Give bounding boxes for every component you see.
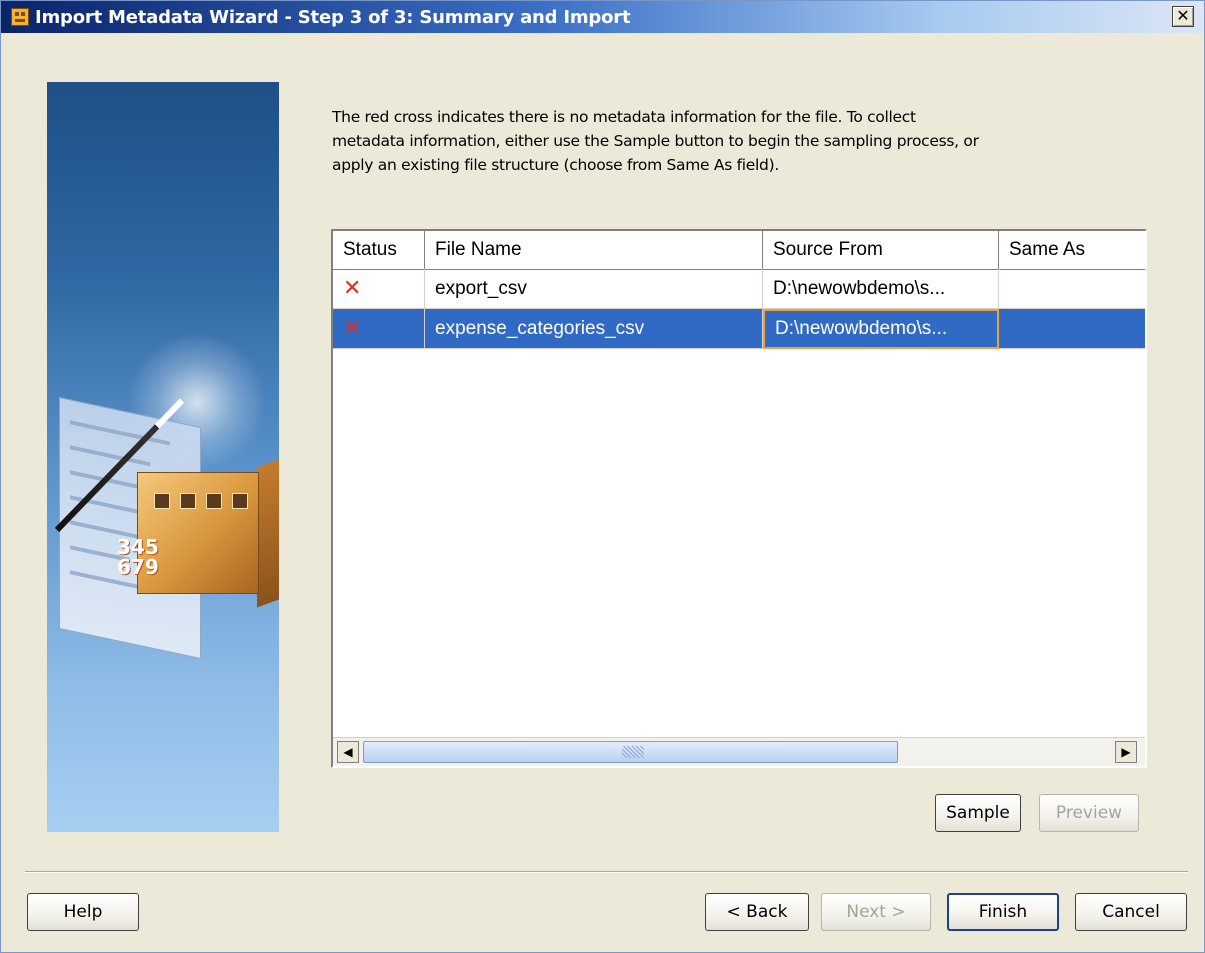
scrollbar-thumb[interactable]: [363, 741, 898, 763]
sample-button[interactable]: Sample: [935, 794, 1021, 832]
table-header: Status File Name Source From Same As: [333, 231, 1145, 270]
horizontal-scrollbar[interactable]: ◀ ▶: [333, 737, 1145, 766]
back-button[interactable]: < Back: [705, 893, 809, 931]
cancel-button[interactable]: Cancel: [1075, 893, 1187, 931]
next-button[interactable]: Next >: [821, 893, 931, 931]
file-name-cell[interactable]: export_csv: [425, 269, 763, 309]
wizard-illustration: 345 679: [47, 82, 279, 832]
column-header-same-as[interactable]: Same As: [999, 231, 1145, 269]
source-from-cell[interactable]: D:\newowbdemo\s...: [763, 309, 999, 349]
column-header-status[interactable]: Status: [333, 231, 425, 269]
red-cross-icon: ✕: [343, 316, 362, 341]
grip-icon: [622, 746, 644, 758]
files-table[interactable]: Status File Name Source From Same As ✕ e…: [331, 229, 1147, 768]
file-name-cell[interactable]: expense_categories_csv: [425, 309, 763, 349]
status-cell: ✕: [333, 309, 425, 349]
scroll-left-button[interactable]: ◀: [337, 741, 359, 763]
column-header-file-name[interactable]: File Name: [425, 231, 763, 269]
table-row[interactable]: ✕ export_csv D:\newowbdemo\s...: [333, 269, 1145, 309]
source-from-cell[interactable]: D:\newowbdemo\s...: [763, 269, 999, 309]
scroll-right-button[interactable]: ▶: [1115, 741, 1137, 763]
red-cross-icon: ✕: [343, 276, 362, 301]
import-metadata-wizard-dialog: Import Metadata Wizard - Step 3 of 3: Su…: [0, 0, 1205, 953]
instructions-text: The red cross indicates there is no meta…: [332, 108, 979, 174]
close-button[interactable]: ✕: [1172, 6, 1194, 27]
same-as-cell[interactable]: [999, 309, 1145, 349]
title-bar: Import Metadata Wizard - Step 3 of 3: Su…: [1, 1, 1204, 33]
same-as-cell[interactable]: [999, 269, 1145, 309]
help-button[interactable]: Help: [27, 893, 139, 931]
table-row-selected[interactable]: ✕ expense_categories_csv D:\newowbdemo\s…: [333, 309, 1145, 349]
status-cell: ✕: [333, 269, 425, 309]
column-header-source-from[interactable]: Source From: [763, 231, 999, 269]
numbers-illustration: 345 679: [117, 535, 159, 579]
window-title: Import Metadata Wizard - Step 3 of 3: Su…: [35, 7, 631, 28]
finish-button[interactable]: Finish: [947, 893, 1059, 931]
preview-button[interactable]: Preview: [1039, 794, 1139, 832]
footer-separator: [25, 871, 1188, 873]
wizard-app-icon: [11, 8, 29, 26]
